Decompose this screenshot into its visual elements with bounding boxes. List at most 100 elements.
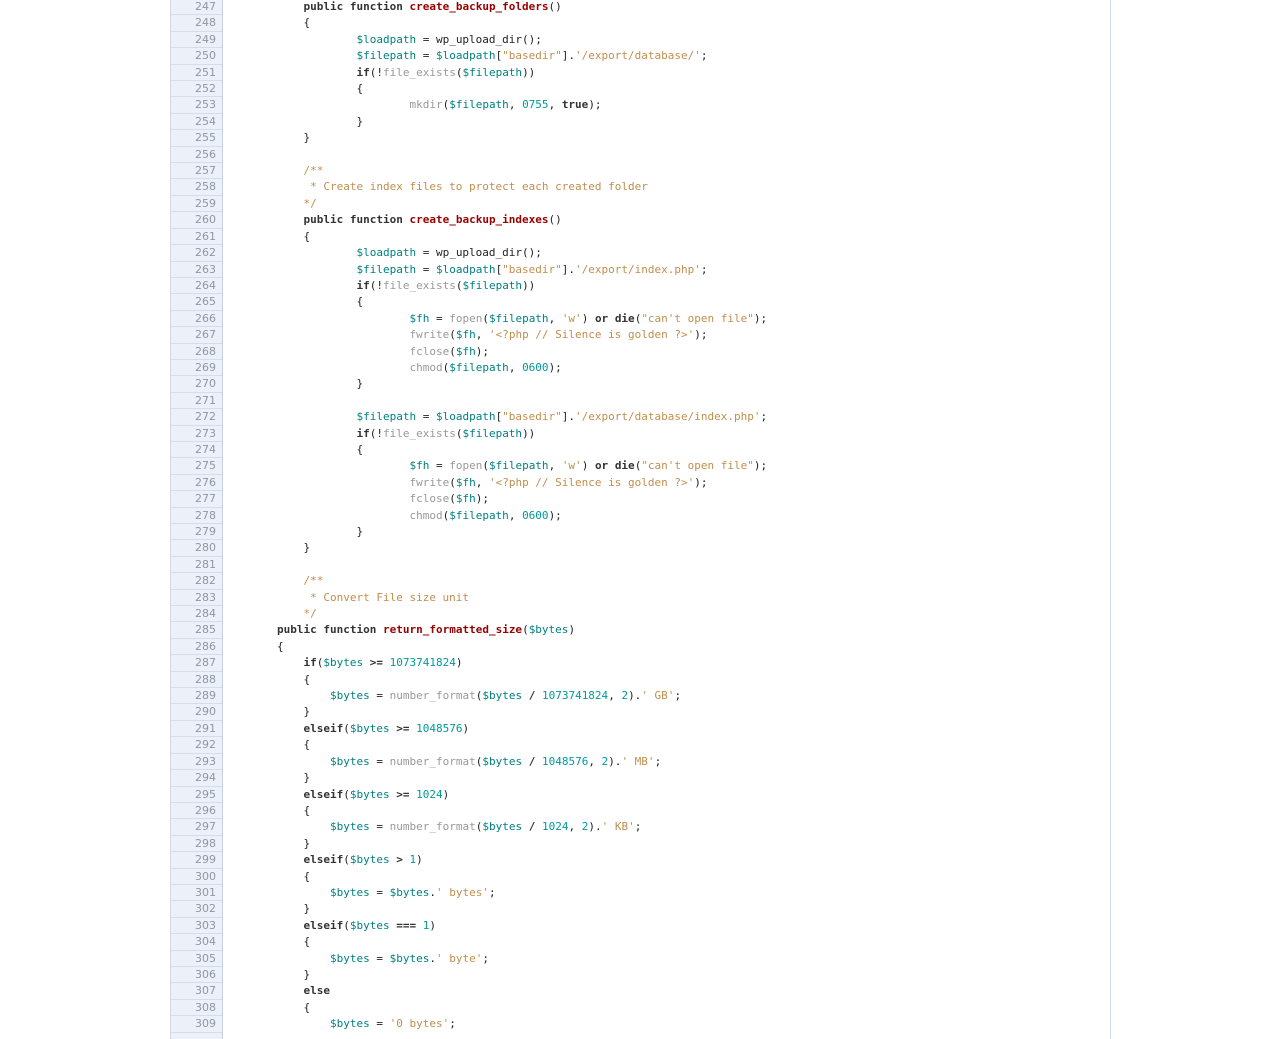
code-token: ;: [488, 885, 496, 899]
code-token: $bytes: [349, 721, 390, 735]
code-token: fwrite: [409, 475, 450, 489]
code-token: ,: [548, 311, 562, 325]
code-token: $filepath: [488, 311, 549, 325]
code-text: fwrite($fh, '<?php // Silence is golden …: [251, 327, 707, 343]
code-line: 300 {: [171, 869, 1110, 885]
code-token: "basedir": [502, 49, 562, 63]
code-token: chmod: [409, 508, 443, 522]
code-line: 297 $bytes = number_format($bytes / 1024…: [171, 819, 1110, 836]
code-token: {: [250, 295, 364, 309]
code-text: {: [251, 15, 310, 31]
code-token: =: [369, 689, 390, 703]
code-token: ): [455, 656, 463, 670]
code-token: '<?php // Silence is golden ?>': [488, 475, 695, 489]
code-text: }: [251, 836, 310, 852]
line-number: 307: [171, 983, 222, 1000]
code-token: $filepath: [356, 49, 417, 63]
code-text: elseif($bytes > 1): [251, 852, 422, 868]
code-text: {: [251, 672, 310, 688]
code-line: 265 {: [171, 294, 1110, 311]
code-line: 295 elseif($bytes >= 1024): [171, 787, 1110, 803]
code-token: 0600: [522, 360, 549, 374]
line-number: 262: [171, 245, 222, 262]
code-line: 275 $fh = fopen($filepath, 'w') or die("…: [171, 458, 1110, 475]
code-token: $loadpath: [435, 262, 496, 276]
code-line: 303 elseif($bytes === 1): [171, 918, 1110, 935]
code-text: elseif($bytes >= 1048576): [251, 721, 469, 737]
code-token: $filepath: [356, 410, 417, 424]
code-token: =: [369, 754, 390, 768]
code-text: }: [251, 770, 310, 786]
code-token: 1073741824: [541, 689, 609, 703]
line-number: 304: [171, 934, 222, 951]
code-line: 283 * Convert File size unit: [171, 590, 1110, 607]
line-number: 300: [171, 869, 222, 885]
code-token: =: [369, 885, 390, 899]
line-number: 266: [171, 311, 222, 328]
code-token: >=: [369, 656, 383, 670]
code-line: 285 public function return_formatted_siz…: [171, 622, 1110, 639]
code-token: public: [303, 213, 344, 227]
code-text: $loadpath = wp_upload_dir();: [251, 32, 541, 48]
line-number: 287: [171, 655, 222, 672]
code-line: 247 public function create_backup_folder…: [171, 0, 1110, 16]
code-line: 287 if($bytes >= 1073741824): [171, 655, 1110, 672]
code-text: $fh = fopen($filepath, 'w') or die("can'…: [251, 458, 767, 474]
code-text: public function return_formatted_size($b…: [251, 622, 576, 638]
code-line: 282 /**: [171, 573, 1110, 590]
code-token: fopen: [449, 311, 483, 325]
code-line: 254 }: [171, 114, 1110, 131]
code-text: }: [251, 130, 310, 146]
code-line: 262 $loadpath = wp_upload_dir();: [171, 245, 1110, 262]
code-token: $loadpath: [435, 410, 496, 424]
code-token: $bytes: [528, 623, 569, 637]
code-token: number_format: [389, 820, 476, 834]
code-text: fwrite($fh, '<?php // Silence is golden …: [251, 475, 708, 491]
code-line: 250 $filepath = $loadpath["basedir"].'/e…: [171, 48, 1110, 65]
code-token: ): [568, 623, 576, 637]
code-text: $bytes = $bytes.' bytes';: [251, 885, 496, 901]
code-token: fclose: [409, 492, 450, 506]
code-token: (: [482, 459, 489, 473]
code-token: create_backup_folders: [409, 0, 549, 13]
code-text: {: [251, 229, 310, 245]
code-token: =: [369, 820, 390, 834]
code-token: ;: [700, 262, 708, 276]
code-token: (): [548, 0, 562, 13]
code-text: chmod($filepath, 0600);: [251, 508, 561, 524]
code-token: (: [343, 853, 350, 867]
line-number: 263: [171, 262, 222, 278]
code-line: 269 chmod($filepath, 0600);: [171, 360, 1110, 377]
code-token: (): [548, 213, 562, 227]
code-token: =: [416, 410, 436, 424]
code-token: ,: [508, 360, 523, 374]
code-line: 253 mkdir($filepath, 0755, true);: [171, 97, 1110, 114]
code-text: $filepath = $loadpath["basedir"].'/expor…: [251, 409, 767, 425]
code-token: )): [522, 278, 536, 292]
line-number: 285: [171, 622, 222, 639]
code-line: 266 $fh = fopen($filepath, 'w') or die("…: [171, 311, 1110, 328]
code-token: );: [694, 475, 708, 489]
code-line: 279 }: [171, 524, 1110, 541]
code-token: $bytes: [389, 951, 430, 965]
code-token: 1073741824: [389, 656, 456, 670]
line-number: 308: [171, 1000, 222, 1017]
code-token: ): [581, 311, 595, 325]
line-number: 298: [171, 836, 222, 853]
code-text: * Convert File size unit: [251, 590, 469, 606]
code-token: ,: [548, 98, 562, 112]
code-line: 271: [171, 393, 1110, 410]
code-token: }: [250, 114, 364, 128]
code-token: true: [561, 98, 589, 112]
code-text: $filepath = $loadpath["basedir"].'/expor…: [251, 48, 707, 64]
code-line: 291 elseif($bytes >= 1048576): [171, 721, 1110, 738]
line-number: 294: [171, 770, 222, 787]
